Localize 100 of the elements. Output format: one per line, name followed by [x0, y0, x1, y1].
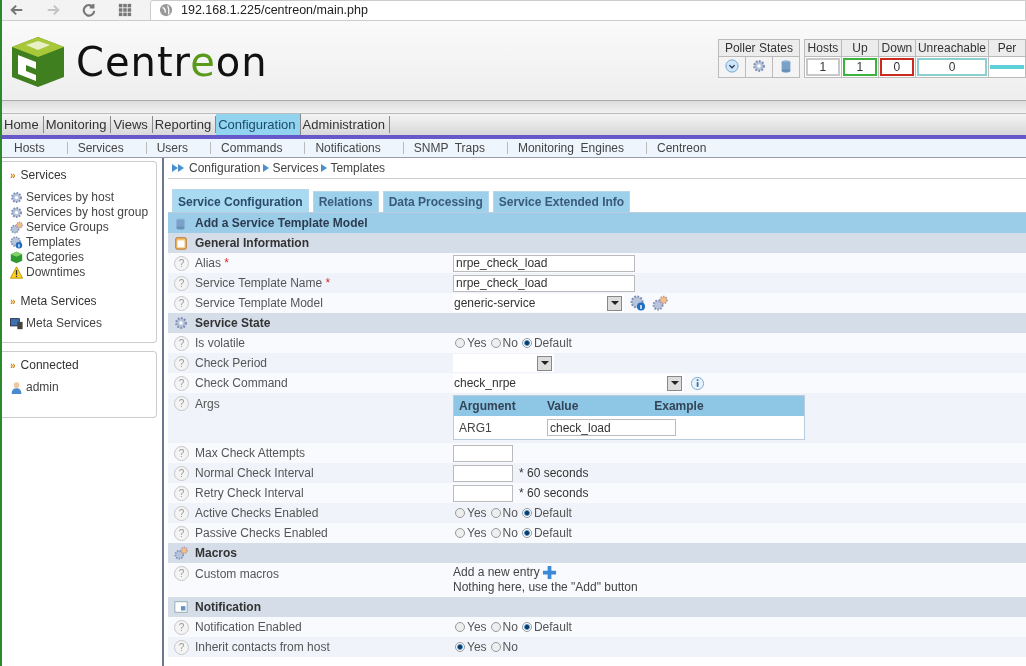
radio-label: Yes: [467, 620, 487, 634]
radio-label: Yes: [467, 526, 487, 540]
submenu-link[interactable]: Services: [67, 142, 147, 154]
field-label: Check Period: [195, 356, 268, 370]
breadcrumb-link[interactable]: Services: [272, 161, 319, 175]
field-label: Service Template Model: [195, 296, 323, 310]
sidebar-heading: Connected: [20, 358, 79, 372]
text-field[interactable]: nrpe_check_load: [453, 274, 635, 292]
radio-label: No: [502, 526, 518, 540]
reload-icon[interactable]: [82, 3, 96, 17]
submenu-link[interactable]: SNMP Traps: [403, 142, 508, 154]
logo-text: Centreon: [76, 39, 268, 85]
chevron-icon: »: [10, 359, 16, 371]
gears-icon: [10, 221, 23, 234]
breadcrumb-link[interactable]: Configuration: [189, 161, 261, 175]
warning-icon: [10, 266, 23, 279]
sidebar-item[interactable]: Services by host: [10, 190, 156, 205]
radio-button[interactable]: [490, 528, 501, 538]
gear-icon[interactable]: [751, 58, 766, 73]
table-cell: ARG1: [459, 420, 492, 435]
form-tab[interactable]: Service Configuration: [172, 189, 309, 212]
text-field[interactable]: check_load: [547, 419, 676, 436]
status-count: 1: [805, 58, 840, 76]
radio-label: Default: [533, 526, 572, 540]
radio-button[interactable]: [455, 508, 465, 518]
gear-icon: [174, 316, 188, 330]
gears-icon: [174, 546, 188, 560]
radio-label: No: [502, 620, 518, 634]
radio-button[interactable]: [455, 528, 465, 538]
number-field[interactable]: [453, 444, 513, 462]
submenu-link[interactable]: Commands: [211, 142, 306, 154]
add-entry-link[interactable]: Add a new entry: [453, 565, 540, 580]
menu-tab[interactable]: Views: [111, 116, 153, 133]
number-field[interactable]: [453, 484, 513, 502]
field-label: Is volatile: [195, 336, 246, 350]
info-icon[interactable]: [690, 375, 705, 391]
sidebar-item[interactable]: admin: [10, 380, 156, 395]
radio-label: Default: [533, 506, 572, 520]
field-label: Check Command: [195, 376, 288, 390]
clock-icon[interactable]: [724, 58, 739, 73]
dropdown[interactable]: check_nrpe: [453, 374, 684, 392]
sidebar-item[interactable]: Service Groups: [10, 220, 156, 235]
column-header: Hosts: [804, 39, 842, 57]
breadcrumb-arrow-icon: [321, 164, 328, 172]
radio-button[interactable]: [490, 338, 501, 348]
gear-icon: [10, 206, 23, 219]
sidebar-item[interactable]: Categories: [10, 250, 156, 265]
dropdown[interactable]: generic-service: [453, 294, 624, 312]
radio-button[interactable]: [521, 508, 532, 518]
radio-label: Yes: [467, 640, 487, 654]
sidebar-item[interactable]: Downtimes: [10, 265, 156, 280]
radio-button[interactable]: [490, 622, 501, 632]
menu-tab[interactable]: Configuration: [216, 114, 301, 135]
radio-button[interactable]: [490, 642, 501, 652]
logo-icon: [10, 35, 66, 89]
gear-info-icon[interactable]: [630, 295, 646, 311]
sidebar-item[interactable]: Meta Services: [10, 316, 156, 331]
table-header: Poller States: [718, 39, 800, 57]
submenu-link[interactable]: Monitoring Engines: [507, 142, 647, 154]
radio-button[interactable]: [521, 622, 532, 632]
column-header: Unreachable: [915, 39, 989, 57]
field-label: Alias *: [195, 256, 230, 270]
globe-icon: [159, 3, 173, 17]
status-count: 0: [916, 58, 987, 76]
radio-button[interactable]: [490, 508, 501, 518]
number-field[interactable]: [453, 464, 513, 482]
dropdown[interactable]: [453, 354, 554, 372]
gears-icon[interactable]: [652, 295, 668, 311]
back-arrow-icon[interactable]: [10, 3, 24, 17]
radio-button[interactable]: [455, 642, 465, 652]
submenu-link[interactable]: Users: [146, 142, 212, 154]
column-header: Value: [542, 395, 650, 416]
form-tab[interactable]: Data Processing: [382, 191, 489, 212]
form-tab[interactable]: Service Extended Info: [492, 191, 631, 212]
radio-label: No: [502, 336, 518, 350]
gear-icon: [10, 191, 23, 204]
radio-label: Yes: [467, 506, 487, 520]
apps-grid-icon[interactable]: [118, 3, 132, 17]
sidebar-item[interactable]: Services by host group: [10, 205, 156, 220]
plus-icon[interactable]: [541, 565, 557, 580]
menu-tab[interactable]: Home: [2, 116, 44, 133]
field-label: Notification Enabled: [195, 620, 302, 634]
breadcrumb-link[interactable]: Templates: [330, 161, 386, 175]
radio-button[interactable]: [455, 622, 465, 632]
submenu-link[interactable]: Centreon: [647, 142, 729, 154]
unit-label: * 60 seconds: [519, 486, 589, 500]
empty-note: Nothing here, use the "Add" button: [453, 580, 638, 595]
chevron-icon: »: [10, 169, 16, 181]
radio-button[interactable]: [521, 338, 532, 348]
text-field[interactable]: nrpe_check_load: [453, 254, 635, 272]
radio-button[interactable]: [521, 528, 532, 538]
radio-button[interactable]: [455, 338, 465, 348]
menu-tab[interactable]: Administration: [300, 116, 390, 133]
submenu-link[interactable]: Hosts: [4, 142, 68, 154]
sidebar-item[interactable]: Templates: [10, 235, 156, 250]
forward-arrow-icon[interactable]: [46, 3, 60, 17]
form-tab[interactable]: Relations: [312, 191, 379, 212]
submenu-link[interactable]: Notifications: [305, 142, 404, 154]
address-bar[interactable]: 192.168.1.225/centreon/main.php: [150, 0, 1026, 21]
menu-tab[interactable]: Monitoring: [43, 116, 112, 133]
